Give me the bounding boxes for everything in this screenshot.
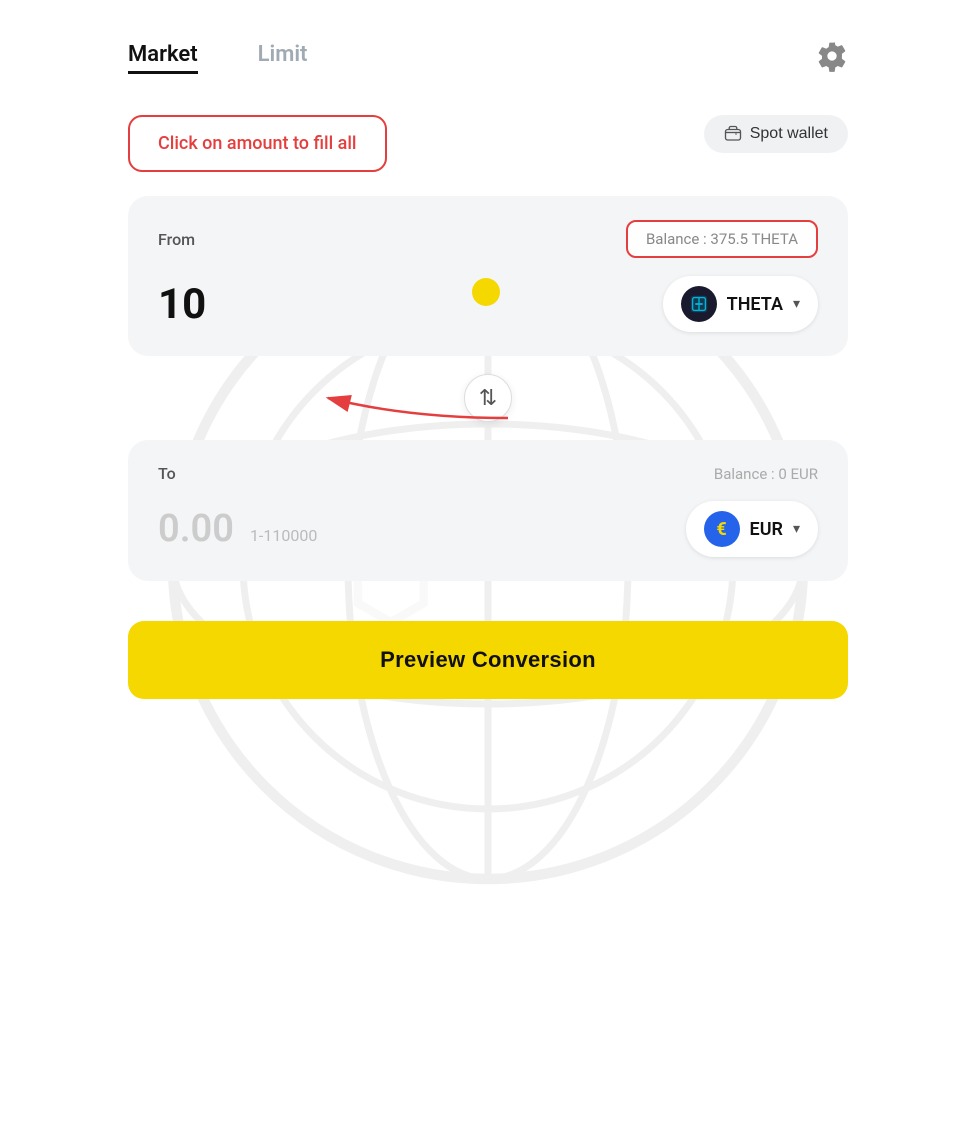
- from-currency-selector[interactable]: THETA ▾: [663, 276, 818, 332]
- tab-limit[interactable]: Limit: [258, 42, 308, 74]
- tab-market[interactable]: Market: [128, 42, 198, 74]
- preview-conversion-button[interactable]: Preview Conversion: [128, 621, 848, 699]
- to-card: To Balance : 0 EUR 0.00 1-110000 € EUR ▾: [128, 440, 848, 581]
- to-card-header: To Balance : 0 EUR: [158, 464, 818, 483]
- settings-button[interactable]: [816, 40, 848, 75]
- eur-icon: €: [704, 511, 740, 547]
- to-label: To: [158, 464, 176, 483]
- from-label: From: [158, 230, 195, 249]
- from-amount[interactable]: 10: [158, 280, 206, 329]
- to-chevron-icon: ▾: [793, 521, 800, 537]
- to-card-body: 0.00 1-110000 € EUR ▾: [158, 501, 818, 557]
- eur-symbol: €: [716, 519, 726, 540]
- swap-row: ⇅: [128, 356, 848, 440]
- from-balance-box[interactable]: Balance : 375.5 THETA: [626, 220, 818, 258]
- annotation-row: Click on amount to fill all Spot wallet: [128, 115, 848, 172]
- wallet-icon: [724, 125, 742, 143]
- spot-wallet-button[interactable]: Spot wallet: [704, 115, 848, 153]
- tabs-row: Market Limit: [128, 40, 848, 75]
- click-hint-box[interactable]: Click on amount to fill all: [128, 115, 387, 172]
- tab-group: Market Limit: [128, 42, 307, 74]
- from-card: From Balance : 375.5 THETA 10 THETA ▾: [128, 196, 848, 356]
- to-currency-name: EUR: [750, 519, 783, 540]
- to-range-hint: 1-110000: [250, 526, 317, 545]
- from-card-body: 10 THETA ▾: [158, 276, 818, 332]
- theta-icon: [681, 286, 717, 322]
- from-chevron-icon: ▾: [793, 296, 800, 312]
- to-currency-selector[interactable]: € EUR ▾: [686, 501, 818, 557]
- to-balance: Balance : 0 EUR: [714, 465, 818, 483]
- spot-wallet-label: Spot wallet: [750, 125, 828, 143]
- from-card-header: From Balance : 375.5 THETA: [158, 220, 818, 258]
- swap-button[interactable]: ⇅: [464, 374, 512, 422]
- from-currency-name: THETA: [727, 294, 783, 315]
- gear-icon: [816, 40, 848, 72]
- to-amount[interactable]: 0.00: [158, 507, 234, 551]
